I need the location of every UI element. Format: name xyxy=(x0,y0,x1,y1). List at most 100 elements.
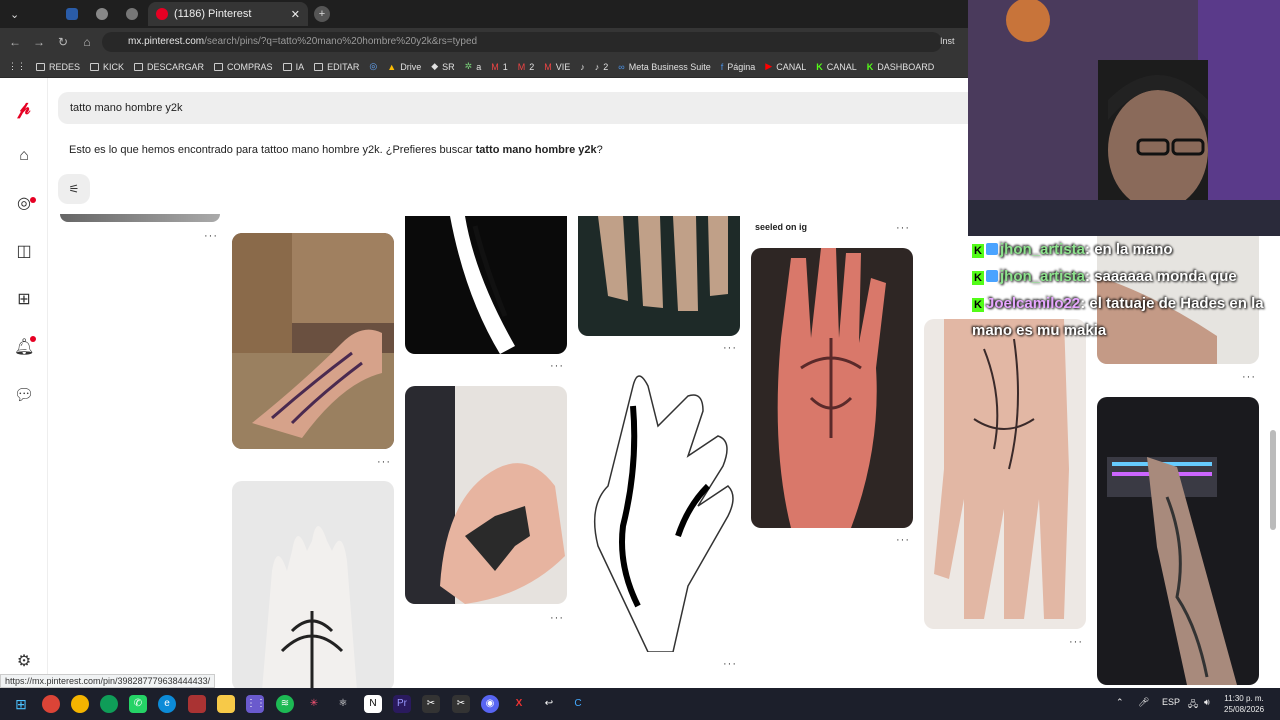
app-icon[interactable]: X xyxy=(510,695,528,713)
pin-title[interactable]: seeled on ig xyxy=(755,222,807,232)
microphone-icon[interactable]: 🎤︎ xyxy=(1138,697,1149,708)
windows-taskbar: ⊞ ✆ e ⋮⋮ ≋ ✳ ⚛ N Pr ✂ ✂ ◉ X ↩ C ⌃ 🎤︎ ESP… xyxy=(0,688,1280,720)
create-icon[interactable]: ⊞ xyxy=(14,290,34,310)
close-icon[interactable]: ✕ xyxy=(291,8,300,21)
network-icon[interactable]: 🖧︎ xyxy=(1188,697,1198,713)
chat-message: Kjhon_artista: saaaaaa monda que xyxy=(972,263,1272,290)
home-icon[interactable]: ⌂ xyxy=(80,35,94,49)
bookmark-link[interactable]: M2 xyxy=(518,62,535,72)
bookmark-link[interactable]: K DASHBOARD xyxy=(867,62,935,72)
pin-image[interactable] xyxy=(1097,397,1259,685)
pin-more-button[interactable]: ··· xyxy=(1069,636,1083,648)
pinterest-logo-icon[interactable]: 𝓅 xyxy=(14,98,34,118)
chrome-icon[interactable] xyxy=(71,695,89,713)
pin-image[interactable] xyxy=(751,248,913,528)
chatgpt-icon[interactable]: ⚛ xyxy=(334,695,352,713)
capcut-icon[interactable]: ✂ xyxy=(452,695,470,713)
tab-list-button[interactable]: ⌄ xyxy=(2,2,27,26)
pin-image[interactable] xyxy=(578,216,740,336)
capcut-icon[interactable]: ✂ xyxy=(422,695,440,713)
pin-image[interactable] xyxy=(405,386,567,604)
tab-1[interactable] xyxy=(58,2,86,26)
app-icon[interactable]: C xyxy=(569,695,587,713)
system-clock[interactable]: 11:30 p. m. 25/08/2026 xyxy=(1224,693,1264,715)
bookmark-link[interactable]: f Página xyxy=(721,62,756,72)
install-label[interactable]: Inst xyxy=(940,36,955,46)
chrome-icon[interactable] xyxy=(42,695,60,713)
whatsapp-icon[interactable]: ✆ xyxy=(129,695,147,713)
bookmark-folder[interactable]: DESCARGAR xyxy=(134,62,204,72)
bookmark-folder[interactable]: EDITAR xyxy=(314,62,359,72)
pin-image[interactable] xyxy=(232,233,394,449)
streamer-webcam xyxy=(968,0,1280,236)
chrome-icon[interactable] xyxy=(100,695,118,713)
tattoo-photo-hand xyxy=(232,233,394,449)
messages-icon[interactable]: 💬︎ xyxy=(14,386,34,406)
tab-pinterest[interactable]: (1186) Pinterest ✕ xyxy=(148,2,308,26)
pin-more-button[interactable]: ··· xyxy=(723,342,737,354)
premiere-icon[interactable]: Pr xyxy=(393,695,411,713)
edge-icon[interactable]: e xyxy=(158,695,176,713)
bookmark-folder[interactable]: IA xyxy=(282,62,304,72)
reload-icon[interactable]: ↻ xyxy=(56,35,70,49)
app-icon[interactable] xyxy=(188,695,206,713)
pin-more-button[interactable]: ··· xyxy=(377,456,391,468)
filter-button[interactable]: ⚟ xyxy=(58,174,90,204)
bookmark-link[interactable]: K CANAL xyxy=(816,62,857,72)
meta-icon: ∞ xyxy=(618,61,625,72)
tattoo-drawing-hand xyxy=(405,216,567,354)
pin-more-button[interactable]: ··· xyxy=(550,612,564,624)
bookmark-folder[interactable]: COMPRAS xyxy=(214,62,273,72)
bookmark-link[interactable]: ◎ xyxy=(369,61,377,72)
pin-image[interactable] xyxy=(232,481,394,691)
pin-more-button[interactable]: ··· xyxy=(1242,371,1256,383)
bookmark-link[interactable]: M1 xyxy=(491,62,508,72)
folder-icon xyxy=(282,62,292,71)
notion-icon[interactable]: N xyxy=(364,695,382,713)
pin-image[interactable] xyxy=(60,214,220,222)
page-scrollbar[interactable] xyxy=(1270,430,1276,530)
pin-more-button[interactable]: ··· xyxy=(896,222,910,234)
bookmark-link[interactable]: M VIE xyxy=(544,62,570,72)
apps-icon[interactable]: ⋮⋮ xyxy=(8,61,26,72)
settings-icon[interactable]: ⚙ xyxy=(14,652,34,672)
forward-icon[interactable]: → xyxy=(32,35,46,49)
suggested-term-link[interactable]: tatto mano hombre y2k xyxy=(476,144,597,156)
bookmark-link[interactable]: ♪ xyxy=(580,62,585,72)
bookmark-link[interactable]: ▲ Drive xyxy=(387,62,421,72)
volume-icon[interactable]: 🔊︎ xyxy=(1204,697,1210,708)
url-field[interactable]: mx.pinterest.com/search/pins/?q=tatto%20… xyxy=(102,32,942,52)
bookmark-link[interactable]: ∞ Meta Business Suite xyxy=(618,62,710,72)
tab-3[interactable] xyxy=(118,2,146,26)
pin-more-button[interactable]: ··· xyxy=(896,534,910,546)
bookmark-link[interactable]: ◆ SR xyxy=(431,61,454,72)
new-tab-button[interactable]: + xyxy=(306,2,338,26)
search-input[interactable]: tatto mano hombre y2k xyxy=(58,92,978,124)
tab-2[interactable] xyxy=(88,2,116,26)
chevron-up-icon[interactable]: ⌃ xyxy=(1116,697,1124,708)
pin-more-button[interactable]: ··· xyxy=(550,360,564,372)
bookmark-folder[interactable]: REDES xyxy=(36,62,80,72)
pin-image[interactable] xyxy=(405,216,567,354)
boards-icon[interactable]: ◫ xyxy=(14,242,34,262)
language-indicator[interactable]: ESP xyxy=(1162,697,1180,707)
pin-image[interactable] xyxy=(578,366,740,652)
bookmark-link[interactable]: ▶ CANAL xyxy=(765,61,806,72)
discord-icon[interactable]: ◉ xyxy=(481,695,499,713)
bookmark-link[interactable]: ♪ 2 xyxy=(595,62,609,72)
notification-dot xyxy=(30,197,36,203)
pin-more-button[interactable]: ··· xyxy=(204,230,218,242)
pin-image[interactable] xyxy=(924,319,1086,629)
file-explorer-icon[interactable] xyxy=(217,695,235,713)
pin-more-button[interactable]: ··· xyxy=(723,658,737,670)
home-icon[interactable]: ⌂ xyxy=(14,146,34,166)
spotify-icon[interactable]: ≋ xyxy=(276,695,294,713)
app-icon[interactable]: ↩ xyxy=(540,695,558,713)
bookmark-icon: ◆ xyxy=(431,61,439,71)
app-icon[interactable]: ✳ xyxy=(305,695,323,713)
bookmark-link[interactable]: ✲ a xyxy=(465,61,482,72)
back-icon[interactable]: ← xyxy=(8,35,22,49)
app-grid-icon[interactable]: ⋮⋮ xyxy=(246,695,266,713)
windows-start-icon[interactable]: ⊞ xyxy=(12,695,30,713)
bookmark-folder[interactable]: KICK xyxy=(90,62,124,72)
